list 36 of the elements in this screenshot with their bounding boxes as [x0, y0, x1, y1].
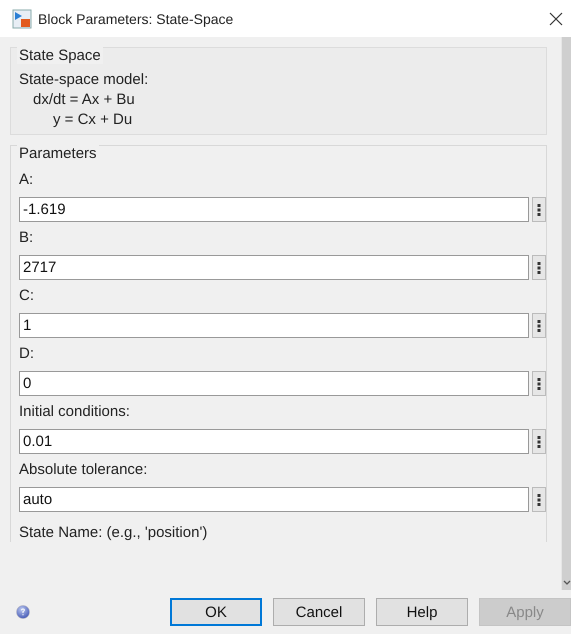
- input-field[interactable]: 1: [19, 313, 530, 338]
- ellipsis-icon: [537, 492, 542, 506]
- field-label: Initial conditions:: [19, 403, 131, 421]
- dialog-button[interactable]: OK: [170, 598, 262, 626]
- input-field[interactable]: 2717: [19, 255, 530, 280]
- group-title: State Space: [17, 47, 103, 64]
- field-label: B:: [19, 229, 34, 247]
- more-options-button[interactable]: [532, 255, 546, 280]
- field-label: State Name: (e.g., 'position'): [19, 524, 208, 542]
- ellipsis-icon: [537, 318, 542, 332]
- dialog-button[interactable]: Help: [376, 598, 468, 626]
- more-options-button[interactable]: [532, 313, 546, 338]
- more-options-button[interactable]: [532, 197, 546, 222]
- window-title: Block Parameters: State-Space: [38, 10, 234, 26]
- input-field[interactable]: 0: [19, 371, 530, 396]
- input-field[interactable]: 0.01: [19, 429, 530, 454]
- more-options-button[interactable]: [532, 429, 546, 454]
- ellipsis-icon: [537, 376, 542, 390]
- scrollbar[interactable]: [561, 37, 571, 590]
- more-options-button[interactable]: [532, 487, 546, 512]
- ellipsis-icon: [537, 202, 542, 216]
- input-field[interactable]: -1.619: [19, 197, 530, 222]
- more-options-button[interactable]: [532, 371, 546, 396]
- description-text: dx/dt = Ax + Bu: [33, 91, 135, 108]
- dialog-button[interactable]: Cancel: [273, 598, 365, 626]
- close-icon[interactable]: [549, 12, 563, 26]
- field-label: A:: [19, 171, 34, 189]
- block-icon: [12, 8, 32, 28]
- field-label: Absolute tolerance:: [19, 461, 148, 479]
- field-label: C:: [19, 287, 35, 305]
- ellipsis-icon: [537, 434, 542, 448]
- field-label: D:: [19, 345, 35, 363]
- description-text: y = Cx + Du: [53, 111, 132, 128]
- input-field[interactable]: auto: [19, 487, 530, 512]
- ellipsis-icon: [537, 260, 542, 274]
- description-text: State-space model:: [19, 71, 148, 88]
